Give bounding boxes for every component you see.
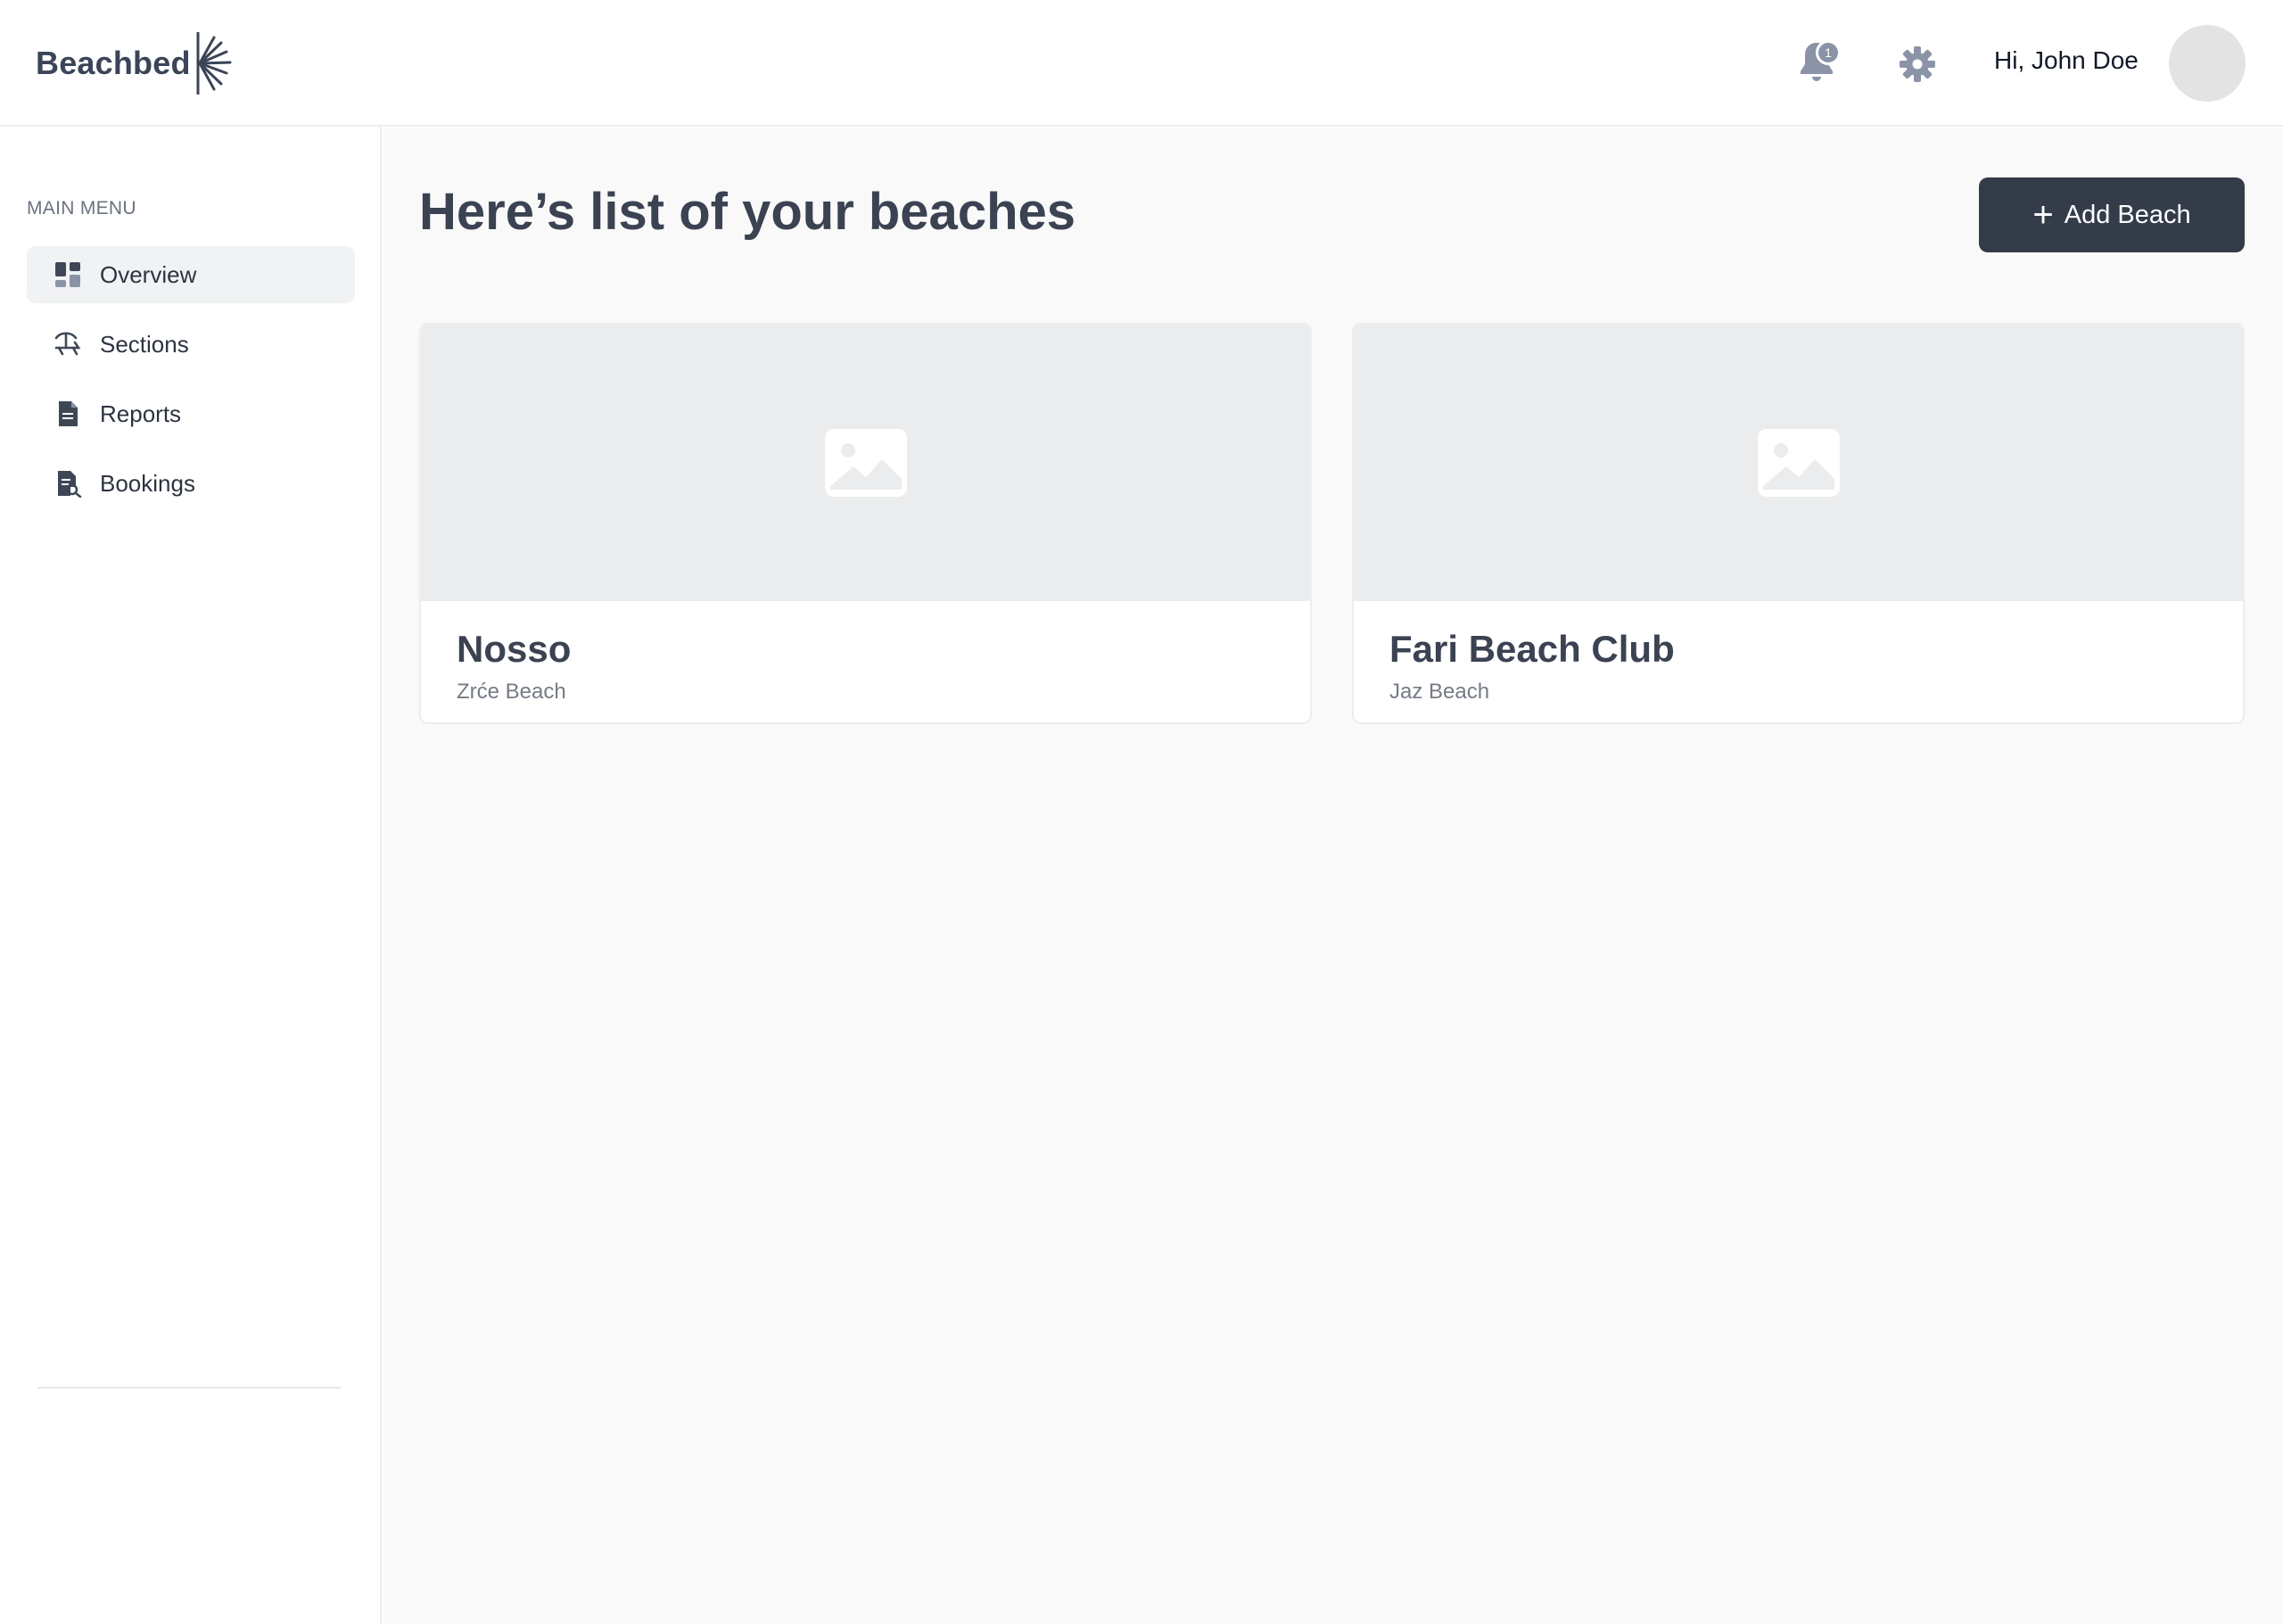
beach-card[interactable]: Nosso Zrće Beach: [419, 323, 1312, 724]
main-menu-heading: MAIN MENU: [27, 198, 136, 218]
top-header: Beachbed 1 Hi, John Doe: [0, 0, 2283, 127]
booking-document-icon: [58, 471, 82, 498]
image-placeholder-icon: [1757, 429, 1840, 497]
sidebar-item-label: Sections: [100, 331, 189, 358]
beach-card[interactable]: Fari Beach Club Jaz Beach: [1352, 323, 2245, 724]
brand-logo[interactable]: Beachbed: [36, 30, 234, 96]
sidebar: MAIN MENU Overview Sections Reports Book…: [0, 127, 382, 1624]
add-beach-label: Add Beach: [2064, 200, 2191, 229]
notification-badge: 1: [1816, 40, 1841, 65]
sidebar-item-sections[interactable]: Sections: [27, 316, 355, 373]
sidebar-item-label: Bookings: [100, 470, 195, 497]
main-content: Here’s list of your beaches + Add Beach …: [383, 128, 2283, 1624]
sidebar-item-overview[interactable]: Overview: [27, 246, 355, 303]
sidebar-item-bookings[interactable]: Bookings: [27, 455, 355, 512]
beach-name: Nosso: [457, 628, 572, 670]
sidebar-item-label: Overview: [100, 261, 197, 288]
beach-location: Zrće Beach: [457, 680, 566, 704]
sun-rays-icon: [196, 32, 232, 95]
page-title: Here’s list of your beaches: [419, 183, 1076, 241]
sidebar-item-label: Reports: [100, 400, 182, 427]
sidebar-item-reports[interactable]: Reports: [27, 385, 355, 442]
plus-icon: +: [2032, 195, 2054, 235]
sidebar-divider: [37, 1387, 341, 1389]
settings-gear-icon[interactable]: [1898, 45, 1937, 84]
user-avatar[interactable]: [2169, 25, 2246, 102]
document-icon: [59, 401, 78, 426]
logo-text: Beachbed: [36, 45, 191, 81]
beach-location: Jaz Beach: [1389, 680, 1490, 704]
beach-image-placeholder: [1354, 325, 2243, 601]
beach-image-placeholder: [421, 325, 1310, 601]
dashboard-icon: [55, 262, 80, 287]
add-beach-button[interactable]: + Add Beach: [1979, 177, 2245, 252]
beach-name: Fari Beach Club: [1389, 628, 1675, 670]
beach-chair-icon: [54, 332, 81, 356]
user-greeting: Hi, John Doe: [1994, 46, 2139, 74]
image-placeholder-icon: [824, 429, 907, 497]
